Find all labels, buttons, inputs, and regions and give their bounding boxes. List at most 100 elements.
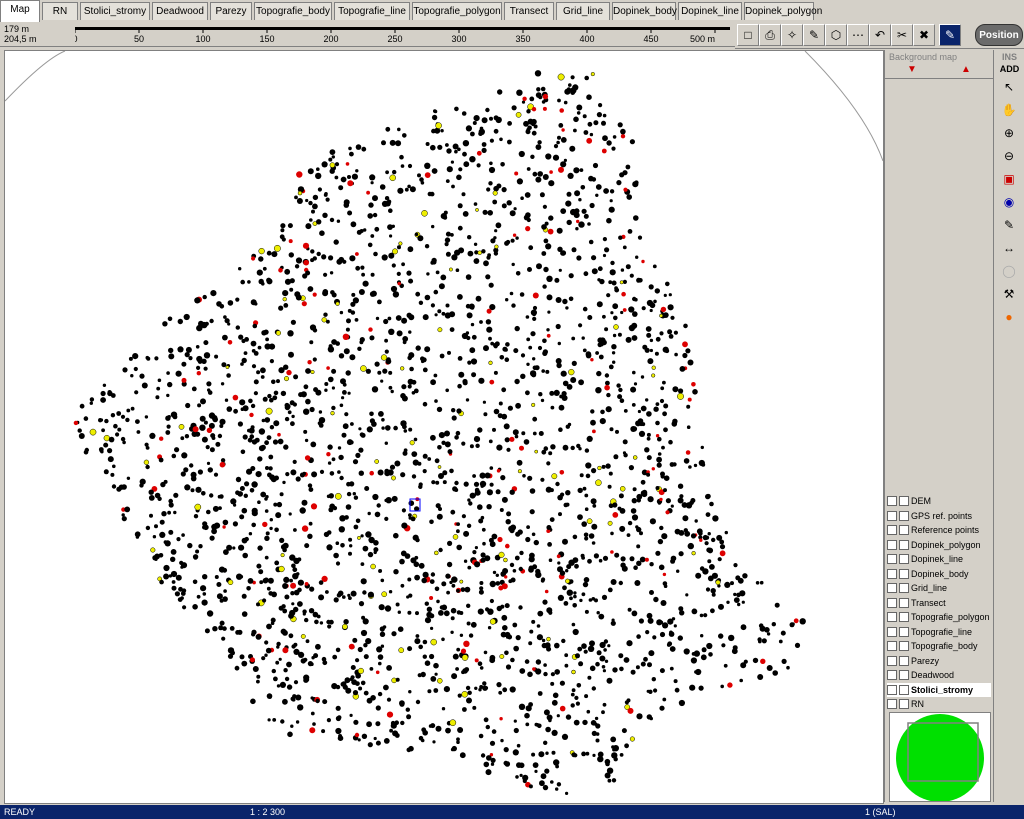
tab-parezy[interactable]: Parezy	[210, 2, 252, 20]
globe-icon[interactable]: ◉	[997, 191, 1021, 213]
pointer-icon[interactable]: ↖	[997, 76, 1021, 98]
tree-dot	[528, 641, 533, 646]
layer-checkbox[interactable]	[887, 641, 897, 652]
hand-icon[interactable]: ✋	[997, 99, 1021, 121]
tab-topografie-line[interactable]: Topografie_line	[334, 2, 410, 20]
layer-edit-checkbox[interactable]	[899, 684, 909, 695]
fire-icon[interactable]: ●	[997, 306, 1021, 328]
node-icon[interactable]: ⋯	[847, 24, 869, 46]
arrow-up-icon[interactable]: ▲	[961, 64, 971, 75]
layer-icon[interactable]: □	[737, 24, 759, 46]
layer-item[interactable]: GPS ref. points	[887, 509, 991, 524]
layer-edit-checkbox[interactable]	[899, 510, 909, 521]
scissors-icon[interactable]: ✂	[891, 24, 913, 46]
arrow-down-icon[interactable]: ▼	[907, 64, 917, 75]
layer-item[interactable]: Topografie_line	[887, 625, 991, 640]
layer-edit-checkbox[interactable]	[899, 641, 909, 652]
tree-dot	[733, 592, 737, 597]
add-label[interactable]: ADD	[994, 64, 1024, 74]
layer-item[interactable]: Deadwood	[887, 668, 991, 683]
layer-checkbox[interactable]	[887, 510, 897, 521]
layer-item[interactable]: Topografie_body	[887, 639, 991, 654]
tab-map[interactable]: Map	[0, 0, 40, 22]
layer-checkbox[interactable]	[887, 568, 897, 579]
tab-grid-line[interactable]: Grid_line	[556, 2, 610, 20]
layer-item[interactable]: Parezy	[887, 654, 991, 669]
layer-edit-checkbox[interactable]	[899, 568, 909, 579]
layer-item[interactable]: RN	[887, 697, 991, 712]
tab-rn[interactable]: RN	[42, 2, 78, 20]
background-map-label[interactable]: Background map	[889, 52, 957, 62]
layer-checkbox[interactable]	[887, 670, 897, 681]
tree-dot	[619, 666, 624, 672]
tree-dot	[485, 319, 492, 325]
layer-item[interactable]: Stolici_stromy	[887, 682, 991, 697]
tree-dot	[227, 579, 234, 586]
layer-edit-checkbox[interactable]	[899, 655, 909, 666]
layer-item[interactable]: Grid_line	[887, 581, 991, 596]
layer-checkbox[interactable]	[887, 612, 897, 623]
lock-icon[interactable]: ◯	[997, 260, 1021, 282]
overview-map[interactable]	[889, 712, 991, 802]
layer-checkbox[interactable]	[887, 554, 897, 565]
layer-edit-checkbox[interactable]	[899, 597, 909, 608]
layer-checkbox[interactable]	[887, 539, 897, 550]
edit-icon[interactable]: ✎	[803, 24, 825, 46]
layer-item[interactable]: DEM	[887, 494, 991, 509]
layer-item[interactable]: Dopinek_body	[887, 567, 991, 582]
layer-edit-checkbox[interactable]	[899, 612, 909, 623]
hex-icon[interactable]: ⬡	[825, 24, 847, 46]
tree-dot	[559, 705, 566, 712]
undo-icon[interactable]: ↶	[869, 24, 891, 46]
tab-transect[interactable]: Transect	[504, 2, 554, 20]
layer-checkbox[interactable]	[887, 583, 897, 594]
pen-icon[interactable]: ✎	[997, 214, 1021, 236]
layer-item[interactable]: Dopinek_line	[887, 552, 991, 567]
tree-dot	[555, 764, 559, 769]
layer-checkbox[interactable]	[887, 699, 897, 710]
tab-deadwood[interactable]: Deadwood	[152, 2, 208, 20]
tab-dopinek-body[interactable]: Dopinek_body	[612, 2, 677, 20]
tree-dot	[322, 212, 328, 218]
pencil-icon[interactable]: ✎	[939, 24, 961, 46]
layer-edit-checkbox[interactable]	[899, 539, 909, 550]
zoom-extent-icon[interactable]: ▣	[997, 168, 1021, 190]
tab-topografie-polygon[interactable]: Topografie_polygon	[412, 2, 502, 20]
map-canvas[interactable]	[4, 50, 884, 804]
tree-dot	[180, 436, 185, 441]
layer-edit-checkbox[interactable]	[899, 670, 909, 681]
layer-edit-checkbox[interactable]	[899, 554, 909, 565]
tab-topografie-body[interactable]: Topografie_body	[254, 2, 332, 20]
ins-label[interactable]: INS	[994, 52, 1024, 62]
layer-item[interactable]: Reference points	[887, 523, 991, 538]
position-button[interactable]: Position	[975, 24, 1023, 46]
tree-map[interactable]	[5, 51, 883, 803]
tree-dot	[588, 533, 595, 539]
tree-dot	[611, 146, 616, 151]
layer-checkbox[interactable]	[887, 496, 897, 507]
layer-checkbox[interactable]	[887, 655, 897, 666]
tab-dopinek-polygon[interactable]: Dopinek_polygon	[744, 2, 822, 20]
layer-edit-checkbox[interactable]	[899, 583, 909, 594]
layer-checkbox[interactable]	[887, 626, 897, 637]
layer-checkbox[interactable]	[887, 525, 897, 536]
delete-icon[interactable]: ✖	[913, 24, 935, 46]
print-icon[interactable]: ⎙	[759, 24, 781, 46]
tools-icon[interactable]: ⚒	[997, 283, 1021, 305]
layer-item[interactable]: Topografie_polygon	[887, 610, 991, 625]
measure-icon[interactable]: ↔	[997, 237, 1021, 259]
layer-edit-checkbox[interactable]	[899, 699, 909, 710]
layer-edit-checkbox[interactable]	[899, 626, 909, 637]
layer-checkbox[interactable]	[887, 684, 897, 695]
zoom-in-icon[interactable]: ⊕	[997, 122, 1021, 144]
vertex-icon[interactable]: ✧	[781, 24, 803, 46]
zoom-out-icon[interactable]: ⊖	[997, 145, 1021, 167]
layer-edit-checkbox[interactable]	[899, 496, 909, 507]
tab-dopinek-line[interactable]: Dopinek_line	[678, 2, 742, 20]
layer-item[interactable]: Transect	[887, 596, 991, 611]
layer-edit-checkbox[interactable]	[899, 525, 909, 536]
tree-dot	[280, 719, 285, 724]
tab-stolici-stromy[interactable]: Stolici_stromy	[80, 2, 150, 20]
layer-checkbox[interactable]	[887, 597, 897, 608]
layer-item[interactable]: Dopinek_polygon	[887, 538, 991, 553]
